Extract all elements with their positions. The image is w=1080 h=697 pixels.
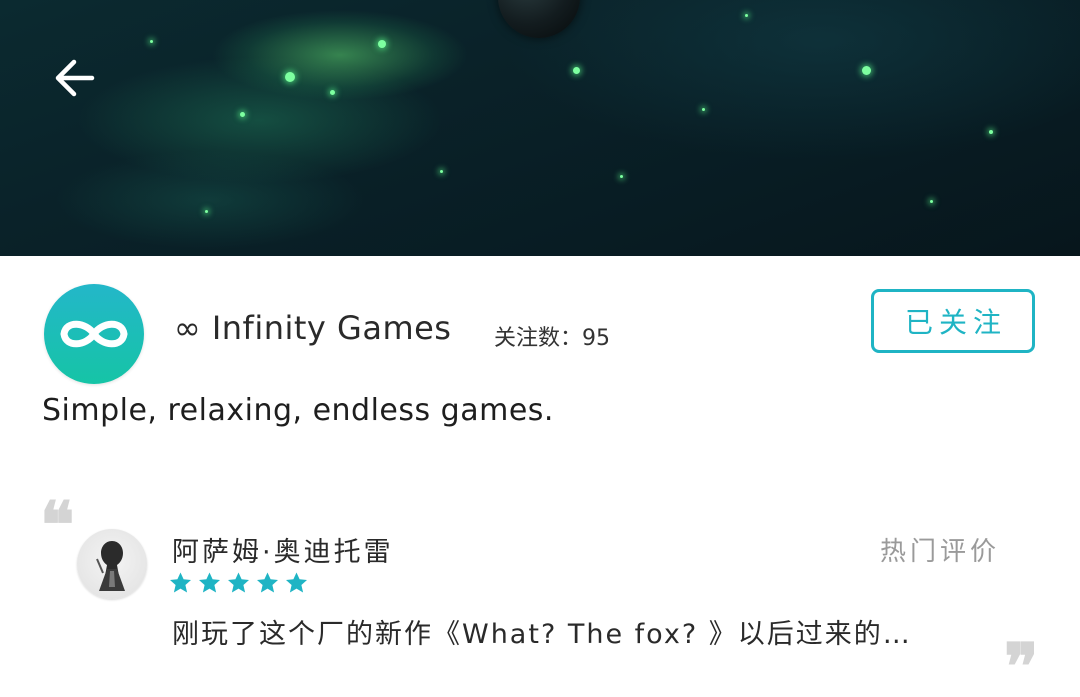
star-decoration (702, 108, 705, 111)
star-decoration (573, 67, 580, 74)
star-icon (170, 572, 191, 593)
close-quote-icon: ❞ (1004, 630, 1039, 697)
star-decoration (150, 40, 153, 43)
rating-stars (168, 571, 309, 595)
avatar[interactable] (77, 529, 147, 599)
reviewer-avatar-image (96, 541, 125, 591)
star-decoration (378, 40, 386, 48)
open-quote-icon: ❝ (40, 488, 75, 563)
follower-count: 关注数：95 (494, 320, 610, 352)
star-decoration (989, 130, 993, 134)
developer-name: ∞ Infinity Games (174, 309, 452, 347)
hot-review-label: 热门评价 (880, 537, 1001, 567)
header-banner (0, 0, 1080, 256)
star-icon (228, 572, 249, 593)
developer-description: Simple, relaxing, endless games. (42, 393, 554, 428)
infinity-icon (60, 320, 128, 348)
follower-count-label: 关注数： (494, 326, 583, 351)
star-decoration (620, 175, 623, 178)
star-decoration (745, 14, 748, 17)
back-button[interactable] (46, 50, 102, 106)
star-decoration (285, 72, 295, 82)
planet-decoration (498, 0, 580, 38)
follow-button[interactable]: 已关注 (871, 289, 1035, 353)
star-icon (286, 572, 307, 593)
star-decoration (240, 112, 245, 117)
reviewer-name: 阿萨姆·奥迪托雷 (172, 537, 394, 568)
star-decoration (440, 170, 443, 173)
star-decoration (930, 200, 933, 203)
arrow-left-icon (55, 59, 95, 97)
follower-count-value: 95 (582, 326, 611, 351)
star-icon (257, 572, 278, 593)
developer-logo (44, 284, 144, 384)
developer-page: ∞ Infinity Games 关注数：95 已关注 Simple, rela… (0, 0, 1080, 697)
star-decoration (205, 210, 208, 213)
review-text[interactable]: 刚玩了这个厂的新作《What? The fox? 》以后过来的… (172, 612, 912, 651)
star-icon (199, 572, 220, 593)
star-decoration (330, 90, 335, 95)
star-decoration (862, 66, 871, 75)
